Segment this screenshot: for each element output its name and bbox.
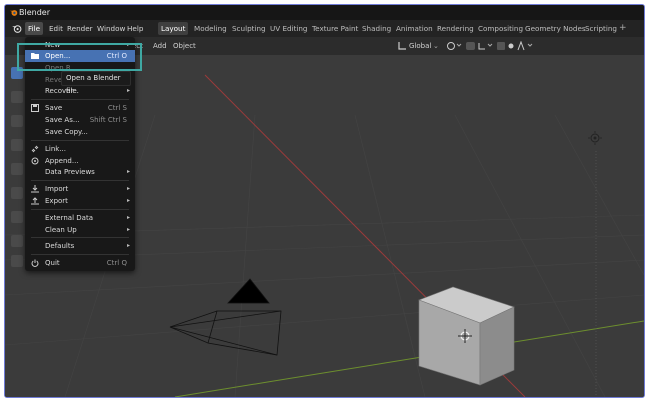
tooltip: Open a Blender file.: [61, 71, 131, 95]
menu-item-save-copy-label: Save Copy...: [45, 128, 88, 136]
annotate-tool[interactable]: [11, 211, 23, 223]
link-icon: [31, 145, 39, 153]
menu-item-save-copy[interactable]: Save Copy...: [25, 126, 135, 138]
chevron-right-icon: ▸: [126, 197, 130, 204]
export-icon: [31, 197, 39, 205]
top-menu-bar: File Edit Render Window Help Layout Mode…: [5, 20, 644, 37]
menu-item-save-as-label: Save As...: [45, 116, 80, 124]
cursor-tool[interactable]: [11, 91, 23, 103]
annotation-highlight-box: [17, 43, 142, 71]
transform-tool[interactable]: [11, 187, 23, 199]
menu-item-link[interactable]: Link...: [25, 143, 135, 155]
tab-rendering[interactable]: Rendering: [434, 22, 477, 35]
menu-item-recover[interactable]: Recover ▸: [25, 85, 135, 97]
tab-texture-paint[interactable]: Texture Paint: [309, 22, 361, 35]
blender-window: Blender File Edit Render Window Help Lay…: [4, 4, 645, 398]
cube-icon: [418, 286, 515, 386]
camera-icon: [169, 278, 282, 356]
blender-menu-icon[interactable]: [11, 23, 22, 34]
window-title: Blender: [19, 8, 50, 17]
menu-separator: [31, 180, 129, 181]
menu-item-clean-up[interactable]: Clean Up ▸: [25, 224, 135, 236]
menu-edit[interactable]: Edit: [49, 20, 63, 37]
tool-shelf: [9, 67, 25, 267]
menu-item-import[interactable]: Import ▸: [25, 183, 135, 195]
scale-tool[interactable]: [11, 163, 23, 175]
menu-item-export-label: Export: [45, 197, 68, 205]
tab-compositing[interactable]: Compositing: [475, 22, 526, 35]
tab-modeling[interactable]: Modeling: [191, 22, 230, 35]
tab-animation[interactable]: Animation: [393, 22, 436, 35]
menu-separator: [31, 99, 129, 100]
tab-scripting[interactable]: Scripting: [582, 22, 620, 35]
menu-item-data-previews[interactable]: Data Previews ▸: [25, 166, 135, 178]
chevron-right-icon: ▸: [126, 214, 130, 221]
menu-item-export[interactable]: Export ▸: [25, 195, 135, 207]
menu-help[interactable]: Help: [127, 20, 143, 37]
tab-shading[interactable]: Shading: [359, 22, 394, 35]
orientation-dropdown[interactable]: Global: [409, 37, 431, 55]
menu-separator: [31, 254, 129, 255]
menu-item-link-label: Link...: [45, 145, 67, 153]
add-cube-tool[interactable]: [11, 255, 23, 267]
title-bar: Blender: [5, 5, 644, 20]
menu-item-data-previews-label: Data Previews: [45, 168, 95, 176]
menu-item-quit-shortcut: Ctrl Q: [106, 259, 127, 267]
tab-uv-editing[interactable]: UV Editing: [267, 22, 311, 35]
header-object-menu[interactable]: Object: [173, 37, 196, 55]
tab-sculpting[interactable]: Sculpting: [229, 22, 269, 35]
chevron-right-icon: ▸: [126, 87, 130, 94]
chevron-right-icon: ▸: [126, 242, 130, 249]
transform-orientation-icon: [398, 42, 406, 50]
menu-item-save-shortcut: Ctrl S: [107, 104, 127, 112]
menu-item-external-data[interactable]: External Data ▸: [25, 212, 135, 224]
tab-geometry-nodes[interactable]: Geometry Nodes: [522, 22, 589, 35]
menu-item-external-data-label: External Data: [45, 214, 93, 222]
menu-separator: [31, 237, 129, 238]
rotate-tool[interactable]: [11, 139, 23, 151]
menu-item-save[interactable]: Save Ctrl S: [25, 102, 135, 114]
menu-item-defaults-label: Defaults: [45, 242, 75, 250]
y-axis-line: [174, 320, 644, 397]
chevron-right-icon: ▸: [126, 226, 130, 233]
menu-item-import-label: Import: [45, 185, 69, 193]
menu-item-save-label: Save: [45, 104, 63, 112]
menu-render[interactable]: Render: [67, 20, 93, 37]
menu-separator: [31, 209, 129, 210]
orientation-chevron-icon[interactable]: ⌄: [433, 37, 439, 55]
import-icon: [31, 185, 39, 193]
menu-item-defaults[interactable]: Defaults ▸: [25, 240, 135, 252]
menu-item-save-as-shortcut: Shift Ctrl S: [89, 116, 127, 124]
menu-file[interactable]: File: [25, 22, 44, 35]
blender-logo-icon: [9, 10, 18, 16]
menu-item-save-as[interactable]: Save As... Shift Ctrl S: [25, 114, 135, 126]
snapping-tools-icons[interactable]: [446, 41, 541, 51]
add-workspace-button[interactable]: +: [619, 20, 627, 37]
save-icon: [31, 104, 39, 112]
menu-window[interactable]: Window: [97, 20, 125, 37]
chevron-right-icon: ▸: [126, 185, 130, 192]
tab-layout[interactable]: Layout: [158, 22, 189, 35]
measure-tool[interactable]: [11, 235, 23, 247]
move-tool[interactable]: [11, 115, 23, 127]
append-icon: [31, 157, 39, 165]
power-icon: [31, 259, 39, 267]
chevron-right-icon: ▸: [126, 168, 130, 175]
header-add-menu[interactable]: Add: [153, 37, 167, 55]
menu-item-quit-label: Quit: [45, 259, 60, 267]
menu-item-quit[interactable]: Quit Ctrl Q: [25, 257, 135, 269]
menu-item-clean-up-label: Clean Up: [45, 226, 77, 234]
menu-separator: [31, 140, 129, 141]
light-icon: [588, 131, 602, 145]
